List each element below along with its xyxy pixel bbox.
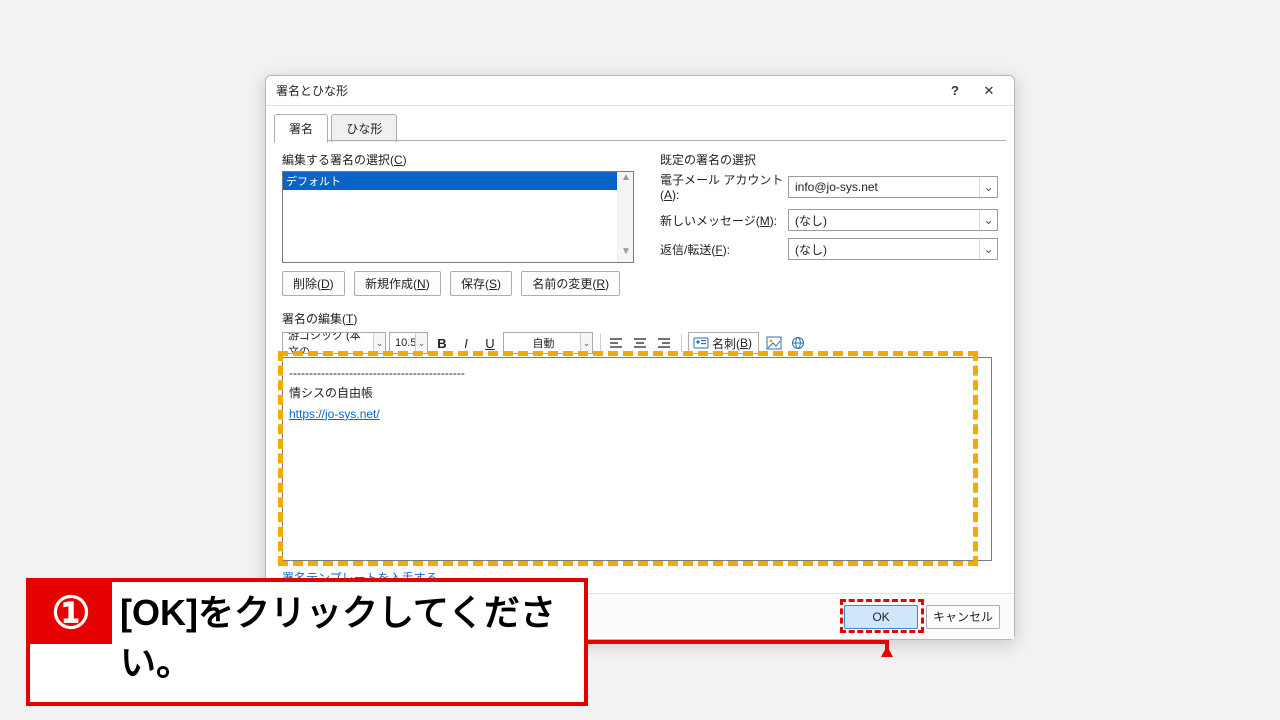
annotation-number: ① <box>30 582 112 644</box>
annotation: ① [OK]をクリックしてください。 <box>26 578 588 706</box>
annotation-text: [OK]をクリックしてください。 <box>112 582 584 702</box>
tab-signature[interactable]: 署名 <box>274 114 328 143</box>
